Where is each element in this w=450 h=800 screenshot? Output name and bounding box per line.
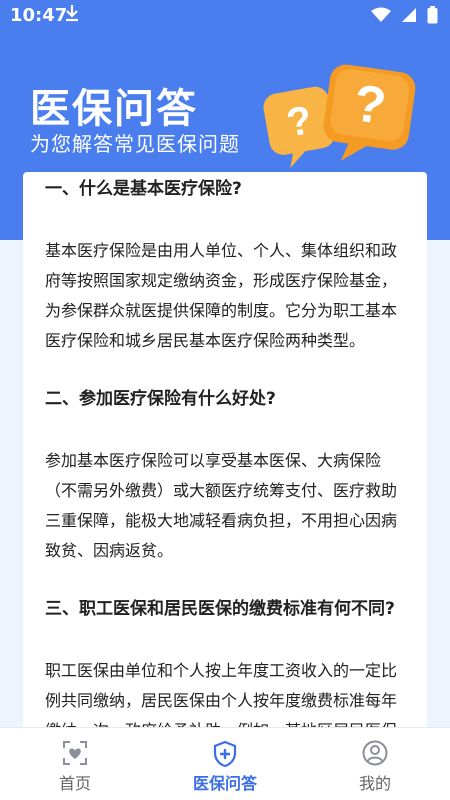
faq-answer-2: 参加基本医疗保险可以享受基本医保、大病保险（不需另外缴费）或大额医疗统筹支付、医… [45,451,398,560]
tab-qa-label: 医保问答 [192,774,257,793]
battery-icon [427,6,438,29]
status-time: 10:47 [10,5,68,26]
faq-question-2: 二、参加医疗保险有什么好处? [45,389,276,409]
faq-question-3: 三、职工医保和居民医保的缴费标准有何不同? [45,599,395,619]
tab-mine-label: 我的 [358,774,391,793]
signal-icon [401,7,417,28]
tab-mine[interactable]: 我的 [300,728,450,800]
status-bar: 10:47 [0,0,450,32]
bottom-tab-bar: 首页 医保问答 我的 [0,727,450,800]
tab-medical-insurance-qa[interactable]: 医保问答 [150,728,300,800]
shield-plus-icon [212,740,238,772]
tab-home-label: 首页 [58,774,91,793]
tab-home[interactable]: 首页 [0,728,150,800]
download-icon [64,3,80,28]
faq-card: 一、什么是基本医疗保险? 基本医疗保险是由用人单位、个人、集体组织和政府等按照国… [23,172,427,772]
heart-frame-icon [62,740,88,770]
question-bubbles-illustration: ? ? [258,60,428,170]
page-title: 医保问答 [30,86,198,132]
page-subtitle: 为您解答常见医保问题 [30,132,240,156]
faq-question-1: 一、什么是基本医疗保险? [45,179,242,199]
faq-answer-1: 基本医疗保险是由用人单位、个人、集体组织和政府等按照国家规定缴纳资金，形成医疗保… [45,241,398,350]
user-icon [362,740,388,770]
wifi-icon [371,7,391,28]
